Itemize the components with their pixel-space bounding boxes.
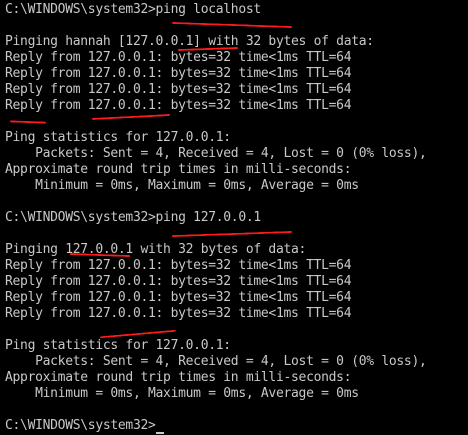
reply-line: Reply from 127.0.0.1: bytes=32 time<1ms … <box>5 306 352 321</box>
stats-header-2: Ping statistics for 127.0.0.1: <box>5 338 231 353</box>
rtt-values-2: Minimum = 0ms, Maximum = 0ms, Average = … <box>5 386 359 401</box>
reply-line: Reply from 127.0.0.1: bytes=32 time<1ms … <box>5 290 352 305</box>
command-prompt-window[interactable]: C:\WINDOWS\system32>ping localhost Pingi… <box>0 0 468 435</box>
annotation-underline-ping-ip <box>172 230 292 238</box>
reply-line: Reply from 127.0.0.1: bytes=32 time<1ms … <box>5 82 352 97</box>
prompt-line-1: C:\WINDOWS\system32>ping localhost <box>5 2 261 17</box>
text-cursor <box>155 432 164 434</box>
annotation-underline-localhost <box>172 21 292 29</box>
reply-line: Reply from 127.0.0.1: bytes=32 time<1ms … <box>5 50 352 65</box>
reply-line: Reply from 127.0.0.1: bytes=32 time<1ms … <box>5 258 352 273</box>
packets-line-2: Packets: Sent = 4, Received = 4, Lost = … <box>5 354 427 369</box>
stats-header-1: Ping statistics for 127.0.0.1: <box>5 130 231 145</box>
annotation-underline-stats <box>9 120 47 124</box>
current-prompt[interactable]: C:\WINDOWS\system32> <box>5 418 164 434</box>
prompt-line-2: C:\WINDOWS\system32>ping 127.0.0.1 <box>5 210 261 225</box>
reply-line: Reply from 127.0.0.1: bytes=32 time<1ms … <box>5 98 352 113</box>
reply-line: Reply from 127.0.0.1: bytes=32 time<1ms … <box>5 66 352 81</box>
reply-line: Reply from 127.0.0.1: bytes=32 time<1ms … <box>5 274 352 289</box>
rtt-header-1: Approximate round trip times in milli-se… <box>5 162 352 177</box>
prompt-text: C:\WINDOWS\system32> <box>5 418 156 433</box>
pinging-header-2: Pinging 127.0.0.1 with 32 bytes of data: <box>5 242 307 257</box>
rtt-values-1: Minimum = 0ms, Maximum = 0ms, Average = … <box>5 178 359 193</box>
pinging-header-1: Pinging hannah [127.0.0.1] with 32 bytes… <box>5 34 374 49</box>
rtt-header-2: Approximate round trip times in milli-se… <box>5 370 352 385</box>
packets-line-1: Packets: Sent = 4, Received = 4, Lost = … <box>5 146 427 161</box>
annotation-underline-reply-ip <box>92 113 170 121</box>
